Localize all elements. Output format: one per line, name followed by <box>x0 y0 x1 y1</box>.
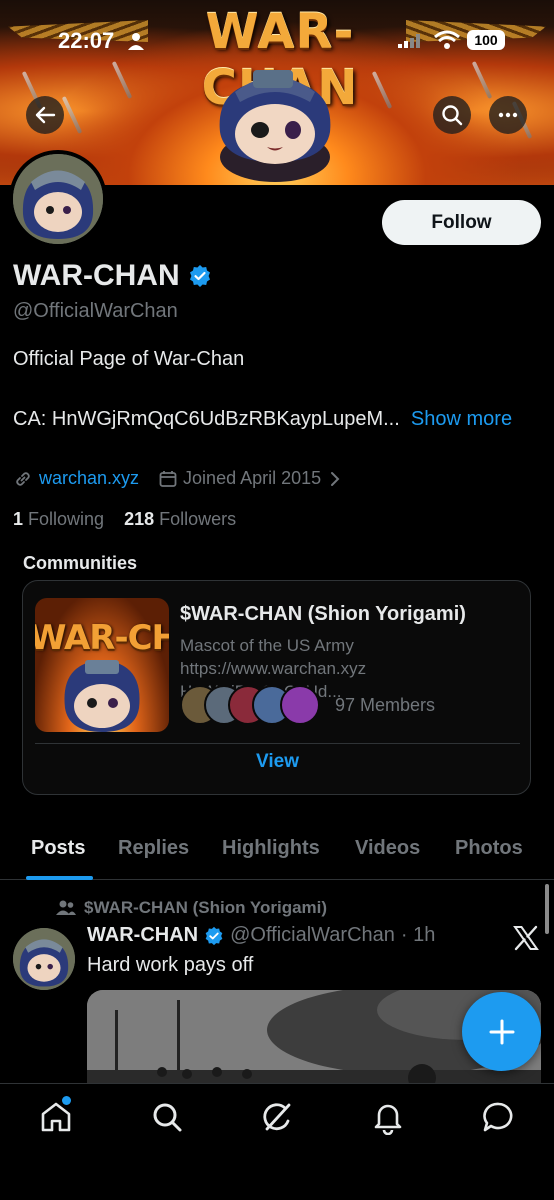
post-community-name: $WAR-CHAN (Shion Yorigami) <box>84 898 328 917</box>
show-more-link[interactable]: Show more <box>411 408 512 430</box>
followers-link[interactable]: 218 Followers <box>124 509 236 529</box>
tab-posts[interactable]: Posts <box>31 837 85 860</box>
plus-icon <box>489 1019 514 1044</box>
profile-ca-line: CA: HnWGjRmQqC6UdBzRBKaypLupeM... Show m… <box>13 405 533 433</box>
divider <box>35 743 520 744</box>
messages-icon[interactable] <box>481 1099 517 1135</box>
following-label: Following <box>28 509 105 529</box>
mascot-illustration <box>219 70 331 182</box>
post-author-name[interactable]: WAR-CHAN <box>87 924 198 947</box>
people-icon <box>56 900 76 915</box>
profile-handle: @OfficialWarChan <box>13 300 178 322</box>
search-profile-button[interactable] <box>433 96 471 134</box>
status-time: 22:07 <box>58 28 115 53</box>
signal-icon <box>398 34 420 48</box>
post-author-handle[interactable]: @OfficialWarChan <box>230 924 395 947</box>
verified-badge-icon[interactable] <box>188 264 212 288</box>
compose-post-button[interactable] <box>462 992 541 1071</box>
community-card[interactable]: WAR-CHAN $WAR-CHAN (Shion Yorigami) Masc… <box>22 580 531 795</box>
following-link[interactable]: 1 Following <box>13 509 104 529</box>
community-image: WAR-CHAN <box>35 598 169 732</box>
followers-count: 218 <box>124 509 155 529</box>
community-mascot <box>64 660 140 732</box>
ca-text: CA: HnWGjRmQqC6UdBzRBKaypLupeM... <box>13 408 400 430</box>
communities-heading: Communities <box>23 553 138 573</box>
profile-bio: Official Page of War-Chan <box>13 348 245 370</box>
post-author-avatar[interactable] <box>13 928 75 990</box>
member-avatar <box>280 685 320 725</box>
avatar-image <box>13 928 75 990</box>
follow-button[interactable]: Follow <box>382 200 541 245</box>
tab-videos[interactable]: Videos <box>355 837 420 860</box>
profile-avatar[interactable] <box>9 150 107 248</box>
tab-replies[interactable]: Replies <box>118 837 189 860</box>
active-tab-indicator <box>26 876 93 880</box>
tab-highlights[interactable]: Highlights <box>222 837 320 860</box>
post-time: · 1h <box>400 924 436 946</box>
member-count: 97 Members <box>335 695 436 715</box>
joined-date[interactable]: Joined April 2015 <box>183 468 321 489</box>
calendar-icon <box>159 470 177 487</box>
link-icon <box>16 471 30 486</box>
community-name: $WAR-CHAN (Shion Yorigami) <box>180 603 466 625</box>
avatar-image <box>13 154 103 244</box>
battery-indicator: 100 <box>467 30 505 50</box>
search-icon[interactable] <box>149 1099 185 1135</box>
profile-meta: warchan.xyz Joined April 2015 <box>13 468 341 489</box>
view-community-button[interactable]: View <box>23 751 532 773</box>
post-text: Hard work pays off <box>87 954 254 976</box>
wifi-icon <box>434 30 460 49</box>
tab-photos[interactable]: Photos <box>455 837 523 860</box>
profile-display-name: WAR-CHAN <box>13 259 212 293</box>
chevron-right-icon[interactable] <box>329 471 341 487</box>
scrollbar[interactable] <box>545 884 549 934</box>
verified-badge-icon <box>205 926 223 945</box>
bottom-navigation <box>0 1083 554 1200</box>
follow-counts: 1 Following 218 Followers <box>13 509 236 530</box>
post-community-context[interactable]: $WAR-CHAN (Shion Yorigami) <box>56 898 328 918</box>
profile-tabs: Posts Replies Highlights Videos Photos <box>0 828 554 880</box>
search-icon <box>442 105 463 126</box>
website-link[interactable]: warchan.xyz <box>39 468 139 489</box>
arrow-left-icon <box>35 106 56 124</box>
notification-dot <box>62 1096 71 1105</box>
post-header: WAR-CHAN @OfficialWarChan · 1h <box>87 924 435 947</box>
person-icon <box>128 33 144 50</box>
member-avatars <box>180 685 325 725</box>
x-logo-icon[interactable] <box>512 924 540 952</box>
status-bar: 22:07 100 <box>0 0 554 80</box>
grok-icon[interactable] <box>259 1099 295 1135</box>
banner-missile <box>61 96 83 134</box>
display-name-text: WAR-CHAN <box>13 259 180 292</box>
more-horizontal-icon <box>498 112 518 118</box>
more-options-button[interactable] <box>489 96 527 134</box>
bell-icon[interactable] <box>370 1099 406 1135</box>
followers-label: Followers <box>159 509 237 529</box>
back-button[interactable] <box>26 96 64 134</box>
following-count: 1 <box>13 509 24 529</box>
